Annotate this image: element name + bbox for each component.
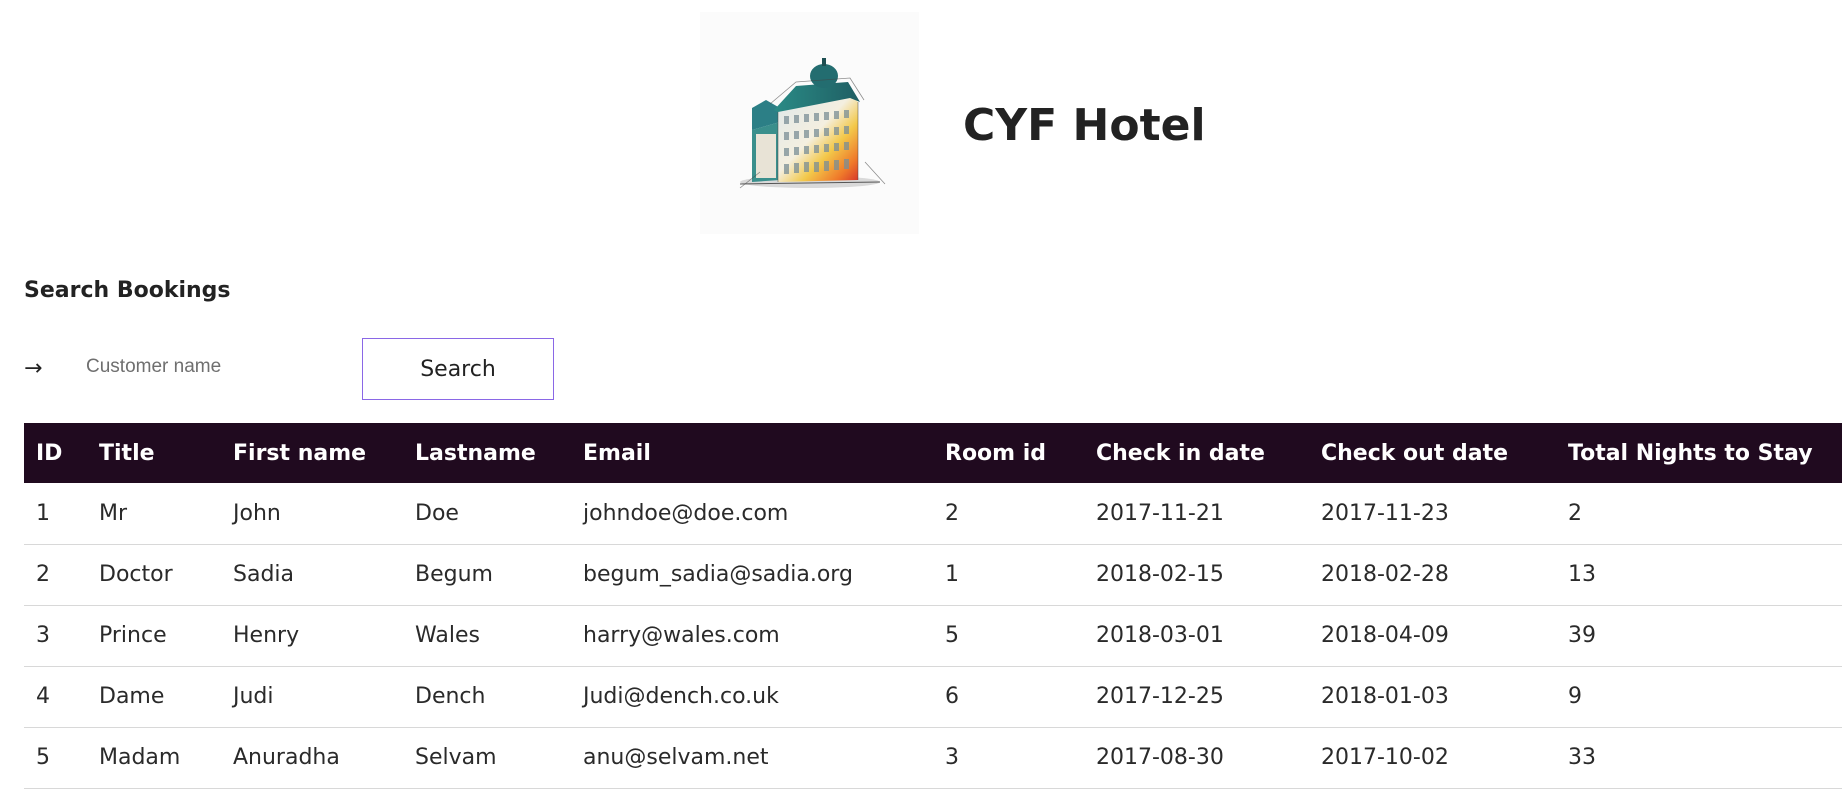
cell-id: 4	[24, 666, 87, 728]
column-header-lastname[interactable]: Lastname	[403, 423, 571, 483]
table-row[interactable]: 4 Dame Judi Dench Judi@dench.co.uk 6 201…	[24, 666, 1842, 728]
search-heading: Search Bookings	[24, 278, 231, 303]
cell-first-name: John	[221, 483, 403, 545]
cell-id: 5	[24, 727, 87, 789]
cell-email: harry@wales.com	[571, 605, 933, 667]
table-header-row: ID Title First name Lastname Email Room …	[24, 423, 1842, 483]
table-row[interactable]: 2 Doctor Sadia Begum begum_sadia@sadia.o…	[24, 544, 1842, 606]
cell-first-name: Anuradha	[221, 727, 403, 789]
cell-lastname: Selvam	[403, 727, 571, 789]
cell-email: anu@selvam.net	[571, 727, 933, 789]
cell-check-out-date: 2018-02-28	[1309, 544, 1556, 606]
cell-room-id: 3	[933, 727, 1084, 789]
table-row[interactable]: 5 Madam Anuradha Selvam anu@selvam.net 3…	[24, 727, 1842, 789]
cell-check-in-date: 2018-02-15	[1084, 544, 1309, 606]
cell-id: 3	[24, 605, 87, 667]
cell-title: Doctor	[87, 544, 221, 606]
cell-email: begum_sadia@sadia.org	[571, 544, 933, 606]
column-header-email[interactable]: Email	[571, 423, 933, 483]
cell-email: Judi@dench.co.uk	[571, 666, 933, 728]
cell-check-in-date: 2018-03-01	[1084, 605, 1309, 667]
column-header-id[interactable]: ID	[24, 423, 87, 483]
column-header-room-id[interactable]: Room id	[933, 423, 1084, 483]
cell-total-nights: 13	[1556, 544, 1842, 606]
cell-lastname: Wales	[403, 605, 571, 667]
cell-first-name: Henry	[221, 605, 403, 667]
search-button[interactable]: Search	[362, 338, 554, 400]
column-header-total-nights[interactable]: Total Nights to Stay	[1556, 423, 1842, 483]
bookings-table: ID Title First name Lastname Email Room …	[24, 423, 1842, 789]
cell-check-out-date: 2017-11-23	[1309, 483, 1556, 545]
page-header: CYF Hotel	[0, 12, 1842, 234]
cell-check-out-date: 2018-01-03	[1309, 666, 1556, 728]
column-header-first-name[interactable]: First name	[221, 423, 403, 483]
app-title: CYF Hotel	[963, 100, 1206, 151]
cell-room-id: 2	[933, 483, 1084, 545]
customer-name-input[interactable]	[80, 348, 320, 386]
cell-title: Madam	[87, 727, 221, 789]
hotel-logo-icon	[700, 12, 919, 234]
cell-title: Prince	[87, 605, 221, 667]
table-row[interactable]: 1 Mr John Doe johndoe@doe.com 2 2017-11-…	[24, 483, 1842, 545]
cell-room-id: 5	[933, 605, 1084, 667]
cell-check-out-date: 2018-04-09	[1309, 605, 1556, 667]
cell-title: Mr	[87, 483, 221, 545]
cell-check-in-date: 2017-08-30	[1084, 727, 1309, 789]
cell-total-nights: 2	[1556, 483, 1842, 545]
cell-id: 1	[24, 483, 87, 545]
cell-first-name: Judi	[221, 666, 403, 728]
table-row[interactable]: 3 Prince Henry Wales harry@wales.com 5 2…	[24, 605, 1842, 667]
cell-total-nights: 39	[1556, 605, 1842, 667]
cell-total-nights: 33	[1556, 727, 1842, 789]
column-header-check-in-date[interactable]: Check in date	[1084, 423, 1309, 483]
cell-email: johndoe@doe.com	[571, 483, 933, 545]
cell-title: Dame	[87, 666, 221, 728]
cell-check-in-date: 2017-12-25	[1084, 666, 1309, 728]
column-header-title[interactable]: Title	[87, 423, 221, 483]
right-arrow-icon: →	[24, 356, 43, 381]
cell-first-name: Sadia	[221, 544, 403, 606]
cell-room-id: 6	[933, 666, 1084, 728]
cell-room-id: 1	[933, 544, 1084, 606]
cell-check-in-date: 2017-11-21	[1084, 483, 1309, 545]
cell-lastname: Begum	[403, 544, 571, 606]
cell-check-out-date: 2017-10-02	[1309, 727, 1556, 789]
cell-id: 2	[24, 544, 87, 606]
column-header-check-out-date[interactable]: Check out date	[1309, 423, 1556, 483]
cell-lastname: Doe	[403, 483, 571, 545]
cell-lastname: Dench	[403, 666, 571, 728]
search-form: → Search	[24, 338, 624, 400]
cell-total-nights: 9	[1556, 666, 1842, 728]
